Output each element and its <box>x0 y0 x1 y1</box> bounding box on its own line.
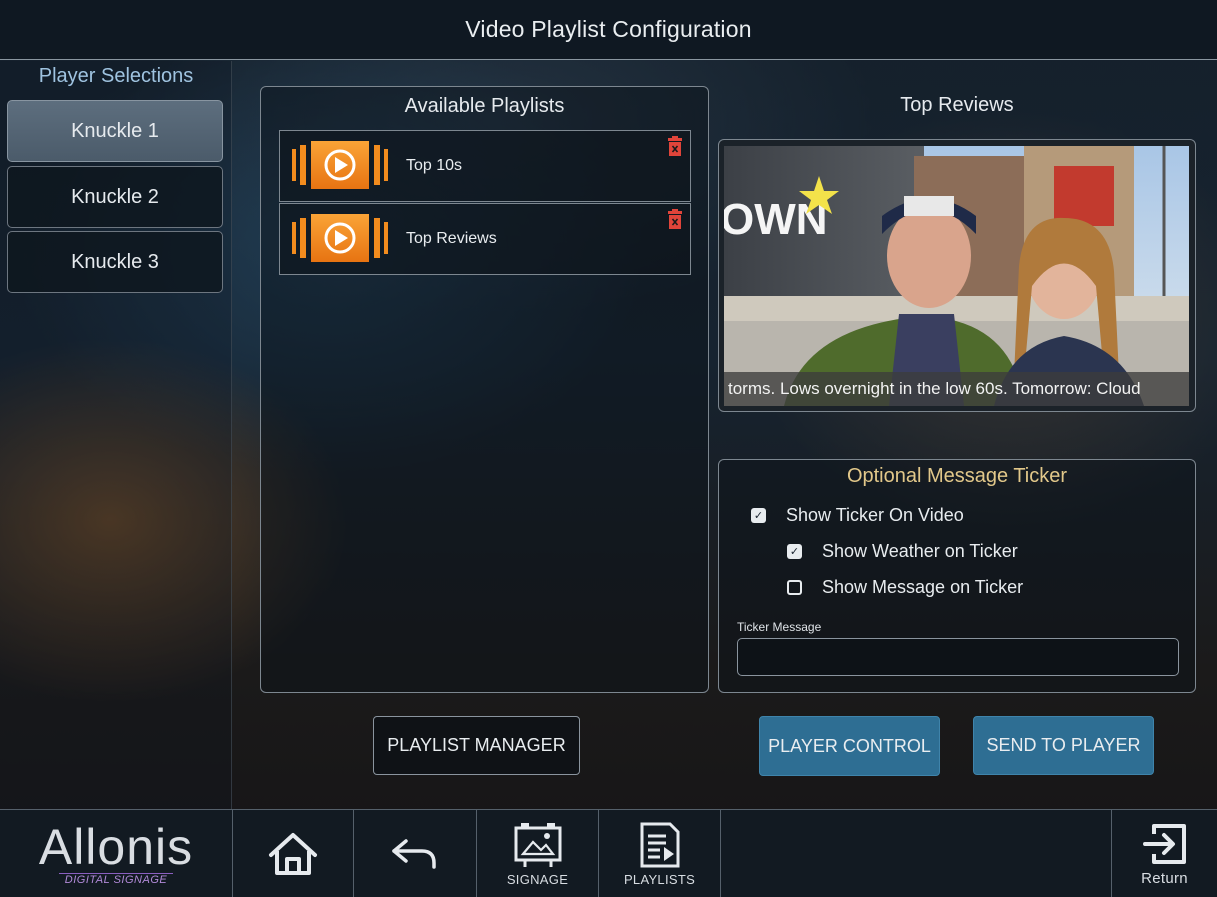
show-ticker-on-video-row[interactable]: ✓ Show Ticker On Video <box>751 505 964 526</box>
home-icon <box>269 833 317 875</box>
ticker-settings-panel: Optional Message Ticker ✓ Show Ticker On… <box>718 459 1196 693</box>
page-title: Video Playlist Configuration <box>465 16 752 42</box>
ticker-text: torms. Lows overnight in the low 60s. To… <box>728 379 1141 398</box>
home-button[interactable] <box>233 810 354 897</box>
signage-icon <box>514 822 561 867</box>
ticker-message-input[interactable] <box>737 638 1179 676</box>
logo-text: Allonis <box>38 819 194 875</box>
signage-button[interactable]: SIGNAGE <box>477 810 599 897</box>
app-header: Video Playlist Configuration <box>0 0 1217 60</box>
player-selections-panel: Player Selections Knuckle 1 Knuckle 2 Kn… <box>0 61 232 809</box>
back-arrow-icon <box>392 839 436 869</box>
show-ticker-on-video-label: Show Ticker On Video <box>786 505 964 525</box>
player-button-knuckle-2[interactable]: Knuckle 2 <box>7 166 223 228</box>
preview-title: Top Reviews <box>900 94 1014 116</box>
logo-subtitle: DIGITAL SIGNAGE <box>58 873 174 886</box>
brand-logo: Allonis DIGITAL SIGNAGE <box>0 810 233 897</box>
player-control-button[interactable]: PLAYER CONTROL <box>759 716 940 776</box>
show-ticker-on-video-checkbox[interactable]: ✓ <box>751 508 766 523</box>
signage-label: SIGNAGE <box>506 871 569 887</box>
playlist-item[interactable]: Top Reviews <box>279 203 691 275</box>
play-playlist-icon <box>292 141 388 189</box>
show-weather-label: Show Weather on Ticker <box>822 541 1018 561</box>
player-button-knuckle-1[interactable]: Knuckle 1 <box>7 100 223 162</box>
play-playlist-icon <box>292 214 388 262</box>
playlists-button[interactable]: PLAYLISTS <box>599 810 721 897</box>
show-weather-checkbox[interactable]: ✓ <box>787 544 802 559</box>
playlist-manager-button[interactable]: PLAYLIST MANAGER <box>373 716 580 775</box>
show-message-checkbox[interactable] <box>787 580 802 595</box>
available-playlists-panel: Available Playlists Top 10s Top Reviews <box>260 86 709 693</box>
exit-icon <box>1142 823 1186 864</box>
available-playlists-title: Available Playlists <box>404 95 565 117</box>
back-button[interactable] <box>354 810 477 897</box>
player-button-knuckle-3[interactable]: Knuckle 3 <box>7 231 223 293</box>
trash-icon[interactable] <box>668 136 682 156</box>
ticker-bar: torms. Lows overnight in the low 60s. To… <box>724 372 1189 406</box>
playlists-label: PLAYLISTS <box>623 871 696 887</box>
playlist-item-label: Top 10s <box>406 157 463 174</box>
send-to-player-button[interactable]: SEND TO PLAYER <box>973 716 1154 775</box>
player-selections-title: Player Selections <box>38 65 194 87</box>
show-message-label: Show Message on Ticker <box>822 577 1024 597</box>
show-weather-row[interactable]: ✓ Show Weather on Ticker <box>787 541 1018 562</box>
trash-icon[interactable] <box>668 209 682 229</box>
video-preview: OWN torms. Lows overnight in the low 60s… <box>718 139 1196 412</box>
playlist-doc-icon <box>640 822 679 867</box>
ticker-settings-title: Optional Message Ticker <box>846 465 1068 487</box>
preview-image: OWN torms. Lows overnight in the low 60s… <box>724 146 1189 406</box>
show-message-row[interactable]: Show Message on Ticker <box>787 577 1023 598</box>
bottom-nav-bar: Allonis DIGITAL SIGNAGE SIGNAGE PLAYLIST… <box>0 809 1217 897</box>
return-label: Return <box>1141 869 1188 887</box>
ticker-message-label: Ticker Message <box>737 620 822 634</box>
playlist-item[interactable]: Top 10s <box>279 130 691 202</box>
playlist-item-label: Top Reviews <box>406 230 497 247</box>
return-button[interactable]: Return <box>1111 810 1217 897</box>
